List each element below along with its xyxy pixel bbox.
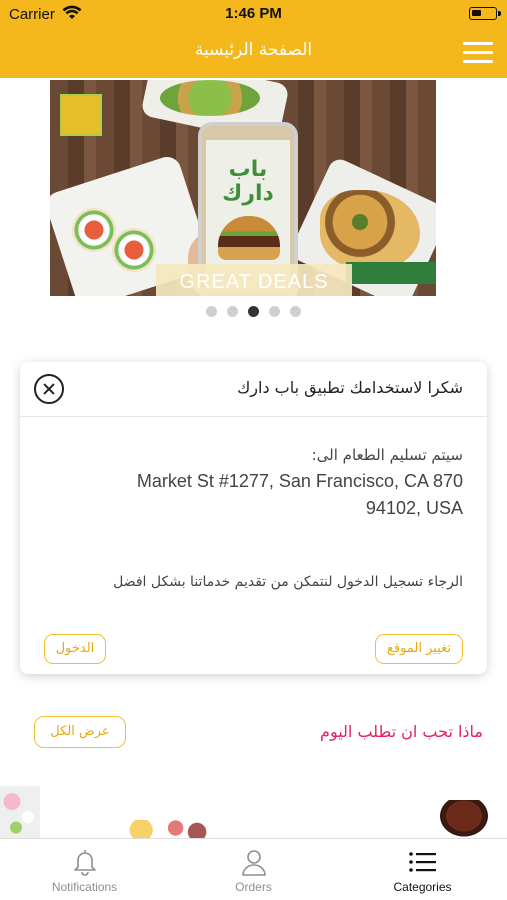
tab-categories[interactable]: Categories (338, 839, 507, 900)
sushi-roll (112, 228, 156, 272)
bell-icon (73, 850, 96, 876)
tab-label: Categories (393, 880, 452, 894)
app-header: Carrier 1:46 PM الصفحة الرئيسية (0, 0, 507, 78)
promo-banner[interactable]: باب دارك GREAT DEALS (50, 80, 436, 296)
sushi-roll (72, 208, 116, 252)
page-title: الصفحة الرئيسية (194, 40, 313, 60)
tab-label: Orders (235, 880, 272, 894)
close-icon[interactable] (34, 374, 64, 404)
status-bar: Carrier 1:46 PM (0, 0, 507, 28)
change-location-button[interactable]: تغيير الموقع (375, 634, 463, 664)
carousel-dot-active[interactable] (248, 306, 259, 317)
clock: 1:46 PM (225, 5, 282, 22)
login-button[interactable]: الدخول (44, 634, 106, 664)
category-thumbnail[interactable] (0, 786, 40, 838)
category-thumbnail[interactable] (124, 820, 210, 840)
carousel-dot[interactable] (290, 306, 301, 317)
app-logo-icon (60, 94, 102, 136)
burger-image (218, 216, 280, 260)
login-message: الرجاء تسجيل الدخول لنتمكن من تقديم خدما… (113, 574, 463, 590)
carousel-page-indicator (0, 306, 507, 318)
dialog-title: شكرا لاستخدامك تطبيق باب دارك (237, 378, 463, 397)
welcome-dialog: شكرا لاستخدامك تطبيق باب دارك سيتم تسليم… (20, 362, 487, 674)
tab-bar: Notifications Orders Categories (0, 838, 507, 900)
tab-orders[interactable]: Orders (169, 839, 338, 900)
person-icon (241, 850, 266, 876)
banner-brand-text: باب دارك (222, 157, 274, 206)
divider (20, 416, 487, 417)
delivery-address: Market St #1277, San Francisco, CA 870 9… (136, 471, 463, 518)
carousel-dot[interactable] (269, 306, 280, 317)
carousel-dot[interactable] (227, 306, 238, 317)
carousel-dot[interactable] (206, 306, 217, 317)
battery-icon (469, 7, 501, 20)
tab-label: Notifications (51, 880, 118, 894)
banner-green-strip (346, 262, 436, 284)
list-icon (408, 852, 436, 872)
delivery-label: سيتم تسليم الطعام الى: (311, 446, 463, 464)
category-thumbnail[interactable] (436, 800, 492, 840)
view-all-button[interactable]: عرض الكل (34, 716, 126, 748)
banner-caption: GREAT DEALS (156, 264, 352, 296)
tab-notifications[interactable]: Notifications (0, 839, 169, 900)
hamburger-menu-icon[interactable] (463, 42, 493, 64)
section-title: ماذا تحب ان تطلب اليوم (320, 722, 483, 741)
salad-image (160, 80, 260, 116)
